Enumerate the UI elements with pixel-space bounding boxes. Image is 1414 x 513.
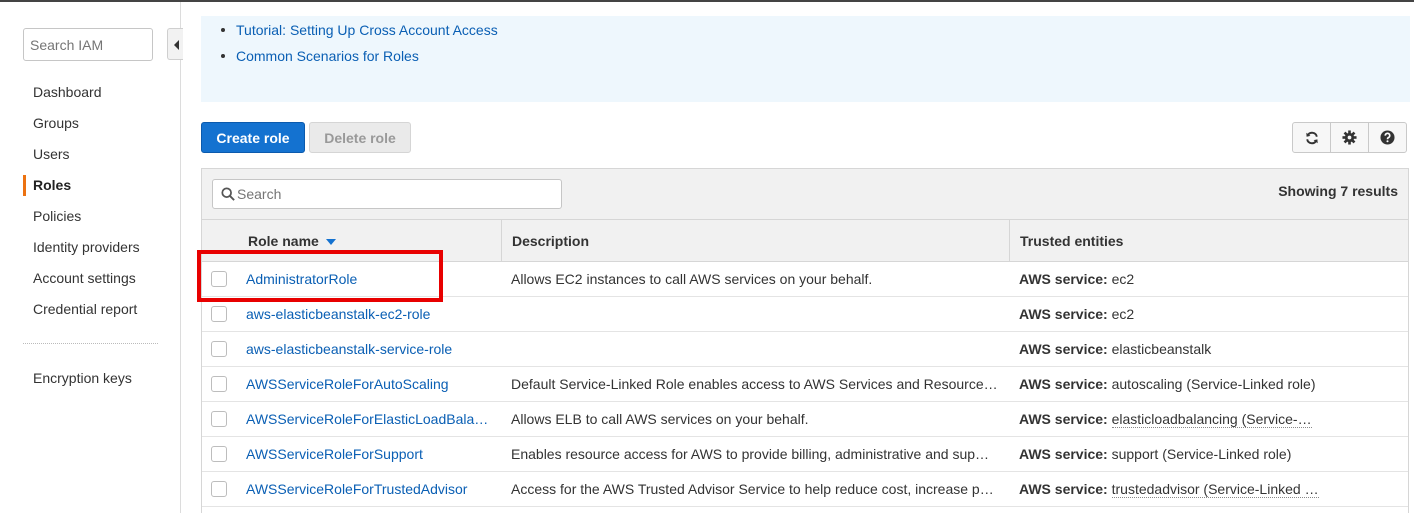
sidebar-item-encryption-keys[interactable]: Encryption keys — [33, 370, 132, 386]
role-description: Default Service-Linked Role enables acce… — [511, 376, 998, 392]
trusted-entity: AWS service: trustedadvisor (Service-Lin… — [1019, 472, 1319, 507]
trusted-value: autoscaling (Service-Linked role) — [1111, 376, 1316, 392]
role-name-link[interactable]: aws-elasticbeanstalk-service-role — [246, 332, 496, 367]
sidebar-item-account-settings[interactable]: Account settings — [23, 268, 163, 299]
trusted-entity: AWS service: ec2 — [1019, 297, 1319, 332]
column-divider — [1009, 220, 1010, 262]
trusted-entity: AWS service: elasticbeanstalk — [1019, 332, 1319, 367]
sidebar-item-identity-providers[interactable]: Identity providers — [23, 237, 163, 268]
table-row[interactable]: AWSServiceRoleForElasticLoadBala… Allows… — [202, 402, 1408, 437]
role-description: Allows EC2 instances to call AWS service… — [511, 271, 873, 287]
role-name-link[interactable]: AWSServiceRoleForElasticLoadBala… — [246, 402, 496, 437]
role-name-link[interactable]: AWSServiceRoleForTrustedAdvisor — [246, 472, 496, 507]
help-icon — [1380, 130, 1395, 145]
settings-button[interactable] — [1330, 122, 1369, 153]
role-name-link[interactable]: AWSServiceRoleForAutoScaling — [246, 367, 496, 402]
tutorial-cross-account-link[interactable]: Tutorial: Setting Up Cross Account Acces… — [236, 22, 498, 38]
sidebar-item-dashboard[interactable]: Dashboard — [23, 82, 163, 113]
trusted-prefix: AWS service: — [1019, 271, 1108, 287]
trusted-prefix: AWS service: — [1019, 411, 1108, 427]
column-header-role-name[interactable]: Role name — [248, 220, 336, 262]
table-row[interactable]: AdministratorRole Allows EC2 instances t… — [202, 262, 1408, 297]
trusted-value: ec2 — [1111, 306, 1135, 322]
search-iam-input[interactable] — [23, 28, 153, 61]
create-role-button[interactable]: Create role — [201, 122, 305, 153]
role-description: Allows ELB to call AWS services on your … — [511, 411, 809, 427]
sidebar-nav: Dashboard Groups Users Roles Policies Id… — [23, 82, 163, 330]
refresh-icon — [1305, 131, 1318, 144]
trusted-prefix: AWS service: — [1019, 341, 1108, 357]
search-box[interactable] — [212, 179, 562, 209]
table-row[interactable]: AWSServiceRoleForSupport Enables resourc… — [202, 437, 1408, 472]
top-border — [0, 0, 1414, 2]
trusted-value: elasticbeanstalk — [1111, 341, 1212, 357]
row-checkbox[interactable] — [211, 306, 227, 322]
role-description: Enables resource access for AWS to provi… — [511, 446, 990, 462]
trusted-value: elasticloadbalancing (Service-… — [1111, 411, 1312, 428]
row-checkbox[interactable] — [211, 481, 227, 497]
delete-role-button[interactable]: Delete role — [309, 122, 411, 153]
sidebar-item-groups[interactable]: Groups — [23, 113, 163, 144]
row-checkbox[interactable] — [211, 446, 227, 462]
refresh-button[interactable] — [1292, 122, 1331, 153]
search-input[interactable] — [237, 184, 557, 204]
role-description — [511, 332, 1001, 367]
trusted-value: ec2 — [1111, 271, 1135, 287]
info-links: Tutorial: Setting Up Cross Account Acces… — [221, 21, 498, 73]
collapse-sidebar-button[interactable] — [167, 28, 183, 60]
sort-desc-icon — [325, 239, 336, 246]
table-row[interactable]: aws-elasticbeanstalk-service-role AWS se… — [202, 332, 1408, 367]
trusted-value: trustedadvisor (Service-Linked … — [1111, 481, 1319, 498]
info-panel: Tutorial: Setting Up Cross Account Acces… — [201, 16, 1410, 102]
column-divider — [501, 220, 502, 262]
table-row[interactable]: aws-elasticbeanstalk-ec2-role AWS servic… — [202, 297, 1408, 332]
trusted-value: support (Service-Linked role) — [1111, 446, 1292, 462]
row-checkbox[interactable] — [211, 271, 227, 287]
filter-bar: Showing 7 results — [202, 169, 1408, 220]
sidebar: Dashboard Groups Users Roles Policies Id… — [0, 2, 183, 513]
role-name-link[interactable]: AdministratorRole — [246, 262, 496, 297]
table-header: Role name Description Trusted entities — [202, 220, 1408, 262]
info-link-item: Tutorial: Setting Up Cross Account Acces… — [221, 21, 498, 47]
trusted-prefix: AWS service: — [1019, 376, 1108, 392]
trusted-entity: AWS service: ec2 — [1019, 262, 1319, 297]
row-checkbox[interactable] — [211, 411, 227, 427]
role-name-link[interactable]: AWSServiceRoleForSupport — [246, 437, 496, 472]
trusted-prefix: AWS service: — [1019, 481, 1108, 497]
sidebar-item-policies[interactable]: Policies — [23, 206, 163, 237]
roles-table: Showing 7 results Role name Description … — [201, 168, 1409, 513]
trusted-prefix: AWS service: — [1019, 306, 1108, 322]
table-actions — [1292, 122, 1407, 153]
help-button[interactable] — [1368, 122, 1407, 153]
column-header-description[interactable]: Description — [512, 220, 589, 262]
role-description — [511, 297, 1001, 332]
row-checkbox[interactable] — [211, 376, 227, 392]
role-name-link[interactable]: aws-elasticbeanstalk-ec2-role — [246, 297, 496, 332]
results-count: Showing 7 results — [1278, 183, 1398, 199]
info-link-item: Common Scenarios for Roles — [221, 47, 498, 73]
common-scenarios-link[interactable]: Common Scenarios for Roles — [236, 48, 419, 64]
trusted-prefix: AWS service: — [1019, 446, 1108, 462]
caret-left-icon — [174, 40, 179, 50]
gear-icon — [1342, 130, 1357, 145]
search-icon — [221, 187, 235, 201]
column-label: Role name — [248, 233, 319, 249]
trusted-entity: AWS service: elasticloadbalancing (Servi… — [1019, 402, 1319, 437]
trusted-entity: AWS service: autoscaling (Service-Linked… — [1019, 367, 1319, 402]
table-row[interactable]: AWSServiceRoleForAutoScaling Default Ser… — [202, 367, 1408, 402]
column-header-trusted-entities[interactable]: Trusted entities — [1020, 220, 1123, 262]
role-description: Access for the AWS Trusted Advisor Servi… — [511, 481, 994, 497]
sidebar-divider — [23, 343, 158, 344]
trusted-entity: AWS service: support (Service-Linked rol… — [1019, 437, 1319, 472]
sidebar-item-credential-report[interactable]: Credential report — [23, 299, 163, 330]
table-row[interactable]: AWSServiceRoleForTrustedAdvisor Access f… — [202, 472, 1408, 507]
sidebar-item-roles[interactable]: Roles — [23, 175, 163, 196]
row-checkbox[interactable] — [211, 341, 227, 357]
sidebar-item-users[interactable]: Users — [23, 144, 163, 175]
